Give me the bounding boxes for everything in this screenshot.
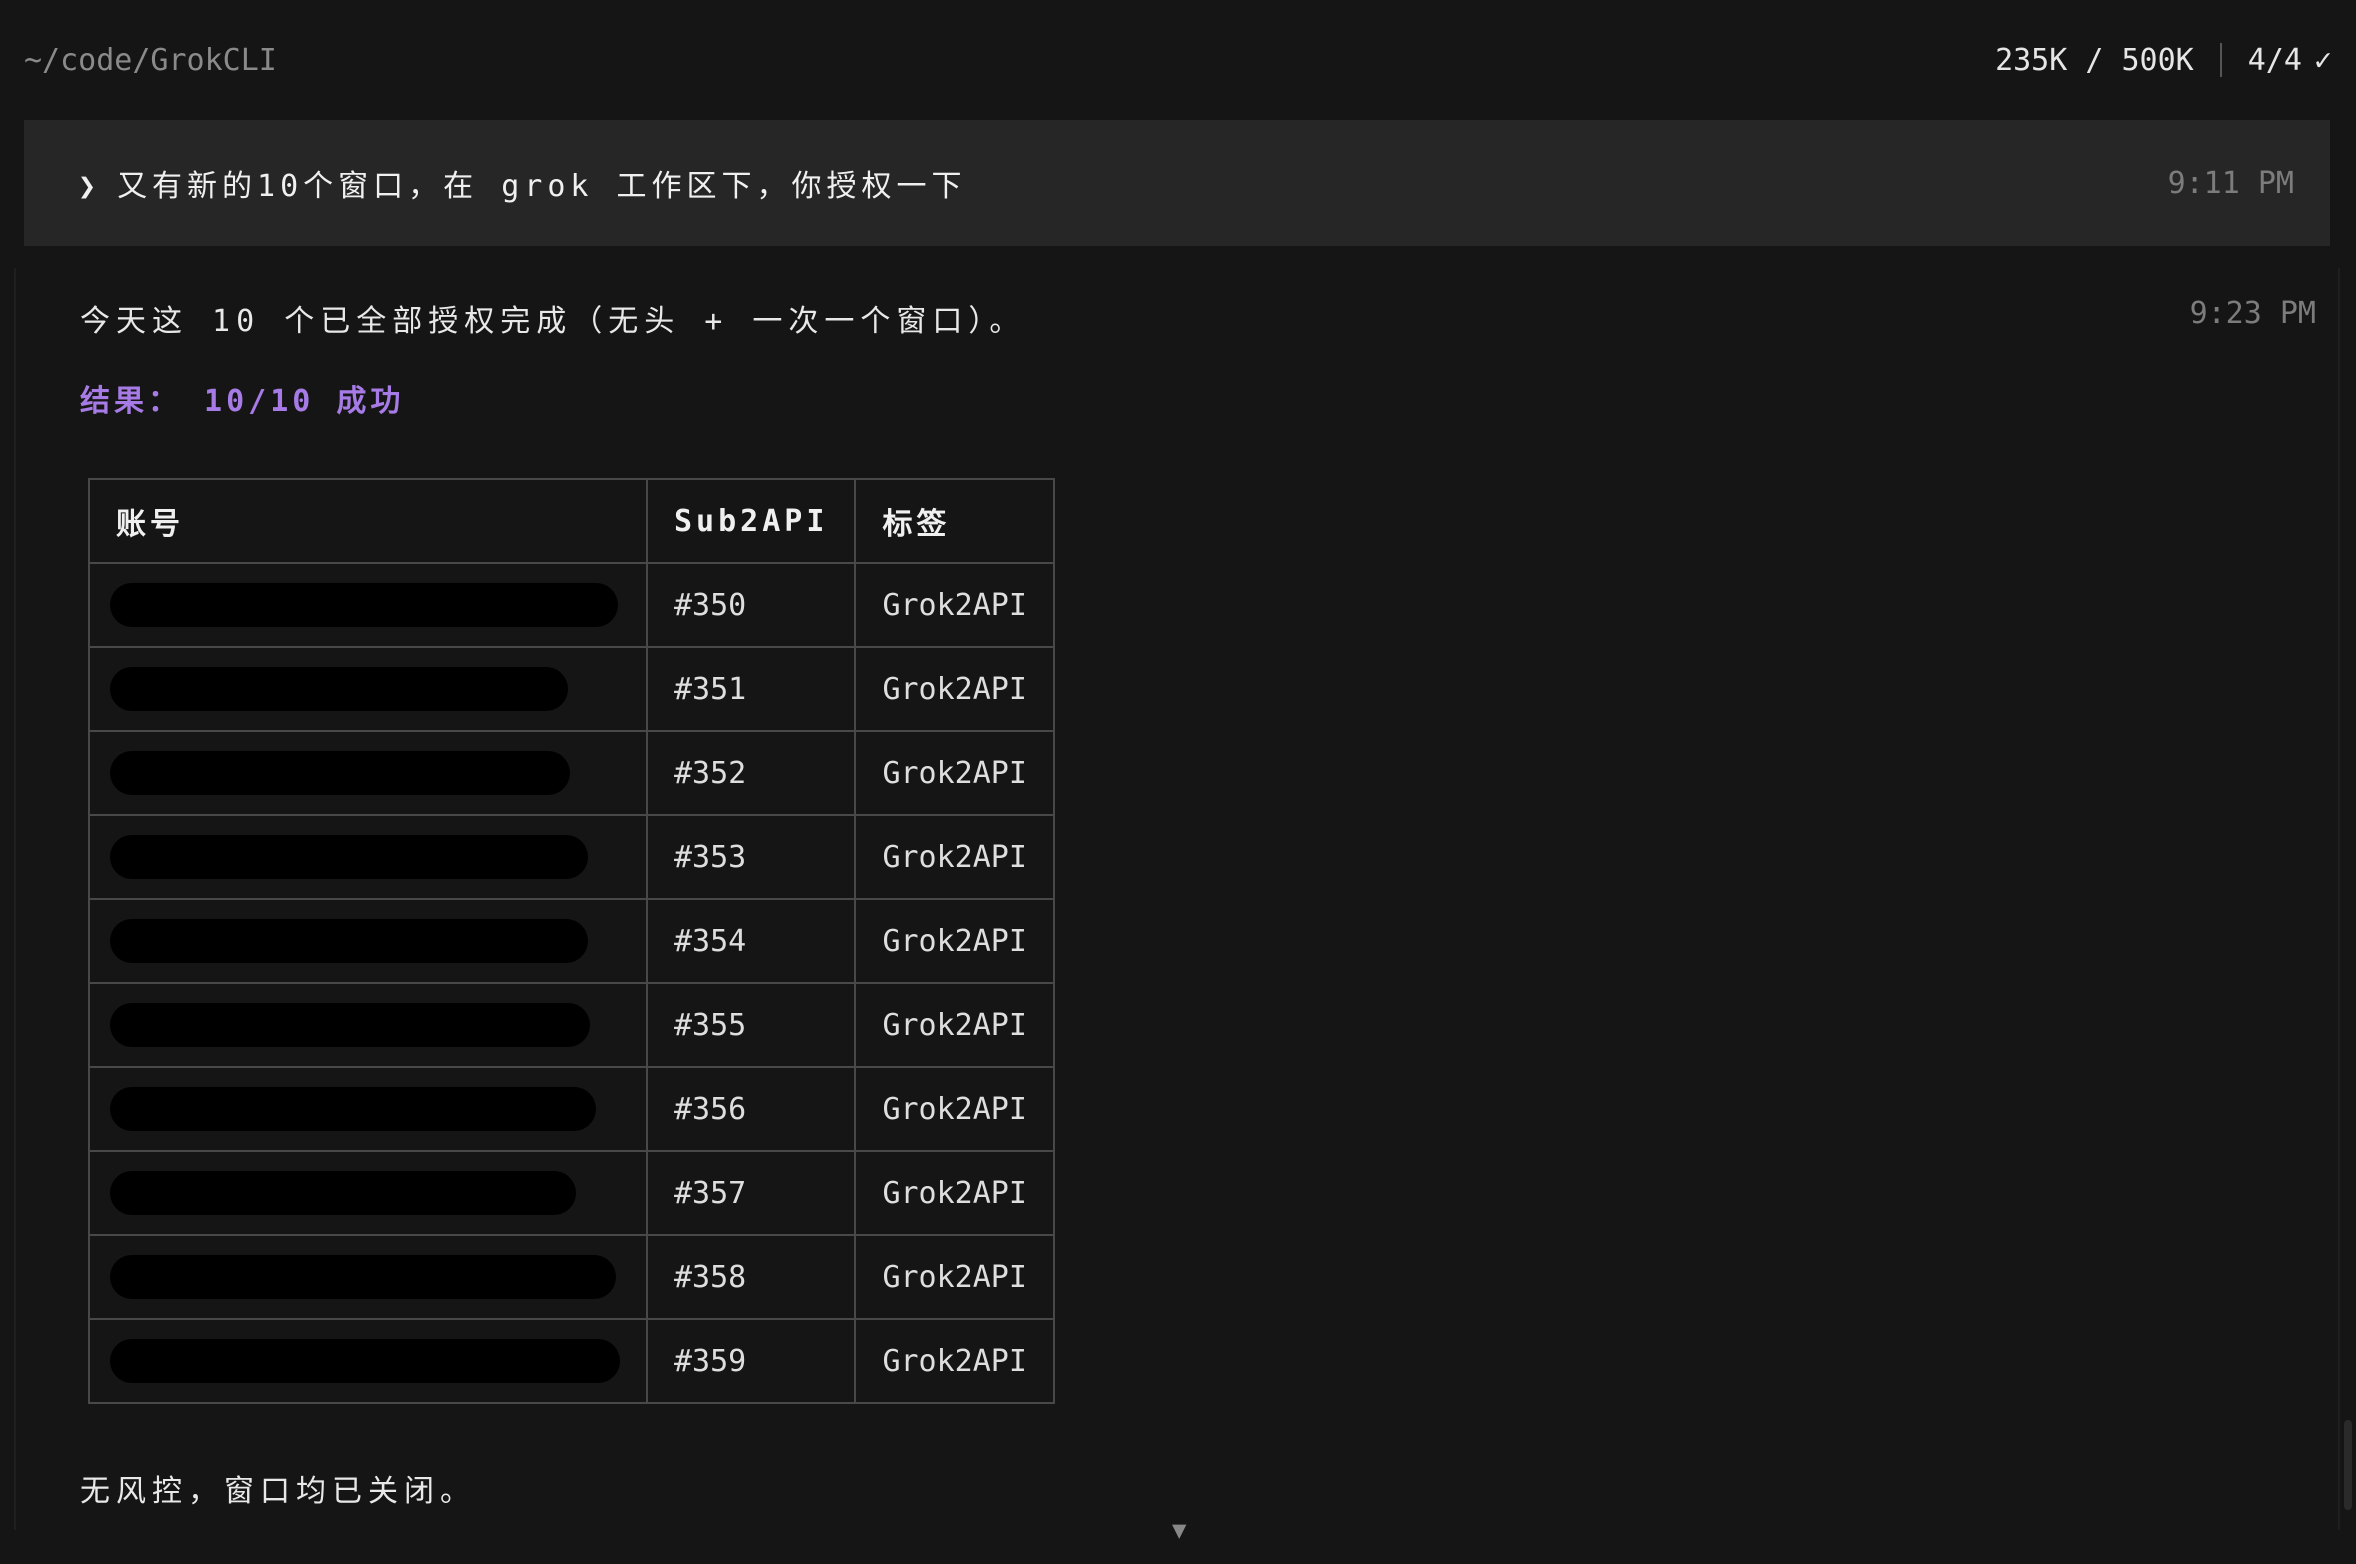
account-cell — [88, 982, 648, 1068]
redacted-account — [110, 583, 618, 627]
table-header-row: 账号 Sub2API 标签 — [88, 478, 1055, 564]
sub2api-cell: #359 — [645, 1318, 857, 1404]
result-heading: 结果： 10/10 成功 — [80, 384, 405, 419]
tag-cell: Grok2API — [854, 562, 1055, 648]
redacted-account — [110, 1255, 616, 1299]
sub2api-cell: #355 — [645, 982, 857, 1068]
redacted-account — [110, 1003, 590, 1047]
accounts-table: 账号 Sub2API 标签 #350 Grok2API #351 Grok2AP… — [88, 478, 1055, 1404]
table-row: #359 Grok2API — [88, 1318, 1055, 1404]
table-row: #352 Grok2API — [88, 730, 1055, 816]
redacted-account — [110, 1171, 576, 1215]
sub2api-cell: #358 — [645, 1234, 857, 1320]
user-message-time: 9:11 PM — [2167, 165, 2294, 201]
account-cell — [88, 562, 648, 648]
sub2api-cell: #353 — [645, 814, 857, 900]
working-directory: ~/code/GrokCLI — [24, 42, 277, 78]
table-row: #358 Grok2API — [88, 1234, 1055, 1320]
sub2api-cell: #356 — [645, 1066, 857, 1152]
account-cell — [88, 898, 648, 984]
sub2api-cell: #352 — [645, 730, 857, 816]
tag-cell: Grok2API — [854, 898, 1055, 984]
sub2api-cell: #351 — [645, 646, 857, 732]
token-usage: 235K / 500K — [1995, 42, 2194, 78]
redacted-account — [110, 919, 588, 963]
redacted-account — [110, 667, 568, 711]
table-row: #350 Grok2API — [88, 562, 1055, 648]
redacted-account — [110, 1339, 620, 1383]
tag-cell: Grok2API — [854, 982, 1055, 1068]
table-row: #354 Grok2API — [88, 898, 1055, 984]
header-account: 账号 — [88, 478, 648, 564]
user-message: ❯ 又有新的10个窗口，在 grok 工作区下，你授权一下 9:11 PM — [24, 120, 2330, 246]
user-message-content: 又有新的10个窗口，在 grok 工作区下，你授权一下 — [117, 169, 967, 204]
tag-cell: Grok2API — [854, 1318, 1055, 1404]
redacted-account — [110, 835, 588, 879]
table-row: #351 Grok2API — [88, 646, 1055, 732]
prompt-caret-icon: ❯ — [78, 169, 102, 204]
tag-cell: Grok2API — [854, 814, 1055, 900]
header-tag: 标签 — [854, 478, 1055, 564]
account-cell — [88, 1066, 648, 1152]
account-cell — [88, 1150, 648, 1236]
account-cell — [88, 730, 648, 816]
account-cell — [88, 646, 648, 732]
divider — [2219, 43, 2222, 77]
check-icon: ✓ — [2313, 42, 2332, 78]
sub2api-cell: #357 — [645, 1150, 857, 1236]
tag-cell: Grok2API — [854, 1066, 1055, 1152]
status-stats: 235K / 500K 4/4 ✓ — [1995, 43, 2332, 78]
task-progress: 4/4 — [2247, 42, 2302, 78]
assistant-message: 9:23 PM 今天这 10 个已全部授权完成（无头 + 一次一个窗口）。 结果… — [14, 268, 2340, 1530]
assistant-summary: 今天这 10 个已全部授权完成（无头 + 一次一个窗口）。 — [80, 304, 1026, 339]
user-message-text: ❯ 又有新的10个窗口，在 grok 工作区下，你授权一下 — [78, 161, 967, 205]
table-row: #355 Grok2API — [88, 982, 1055, 1068]
account-cell — [88, 1234, 648, 1320]
account-cell — [88, 1318, 648, 1404]
scrollbar[interactable] — [2344, 1420, 2352, 1510]
table-row: #356 Grok2API — [88, 1066, 1055, 1152]
header-sub2api: Sub2API — [645, 478, 857, 564]
sub2api-cell: #350 — [645, 562, 857, 648]
redacted-account — [110, 751, 570, 795]
assistant-footer: 无风控，窗口均已关闭。 — [80, 1474, 476, 1509]
tag-cell: Grok2API — [854, 1234, 1055, 1320]
account-cell — [88, 814, 648, 900]
tag-cell: Grok2API — [854, 730, 1055, 816]
assistant-message-time: 9:23 PM — [2189, 296, 2316, 331]
table-row: #357 Grok2API — [88, 1150, 1055, 1236]
scroll-down-icon[interactable]: ▼ — [1172, 1516, 1186, 1544]
tag-cell: Grok2API — [854, 646, 1055, 732]
redacted-account — [110, 1087, 596, 1131]
sub2api-cell: #354 — [645, 898, 857, 984]
table-row: #353 Grok2API — [88, 814, 1055, 900]
tag-cell: Grok2API — [854, 1150, 1055, 1236]
top-bar: ~/code/GrokCLI 235K / 500K 4/4 ✓ — [0, 0, 2356, 120]
